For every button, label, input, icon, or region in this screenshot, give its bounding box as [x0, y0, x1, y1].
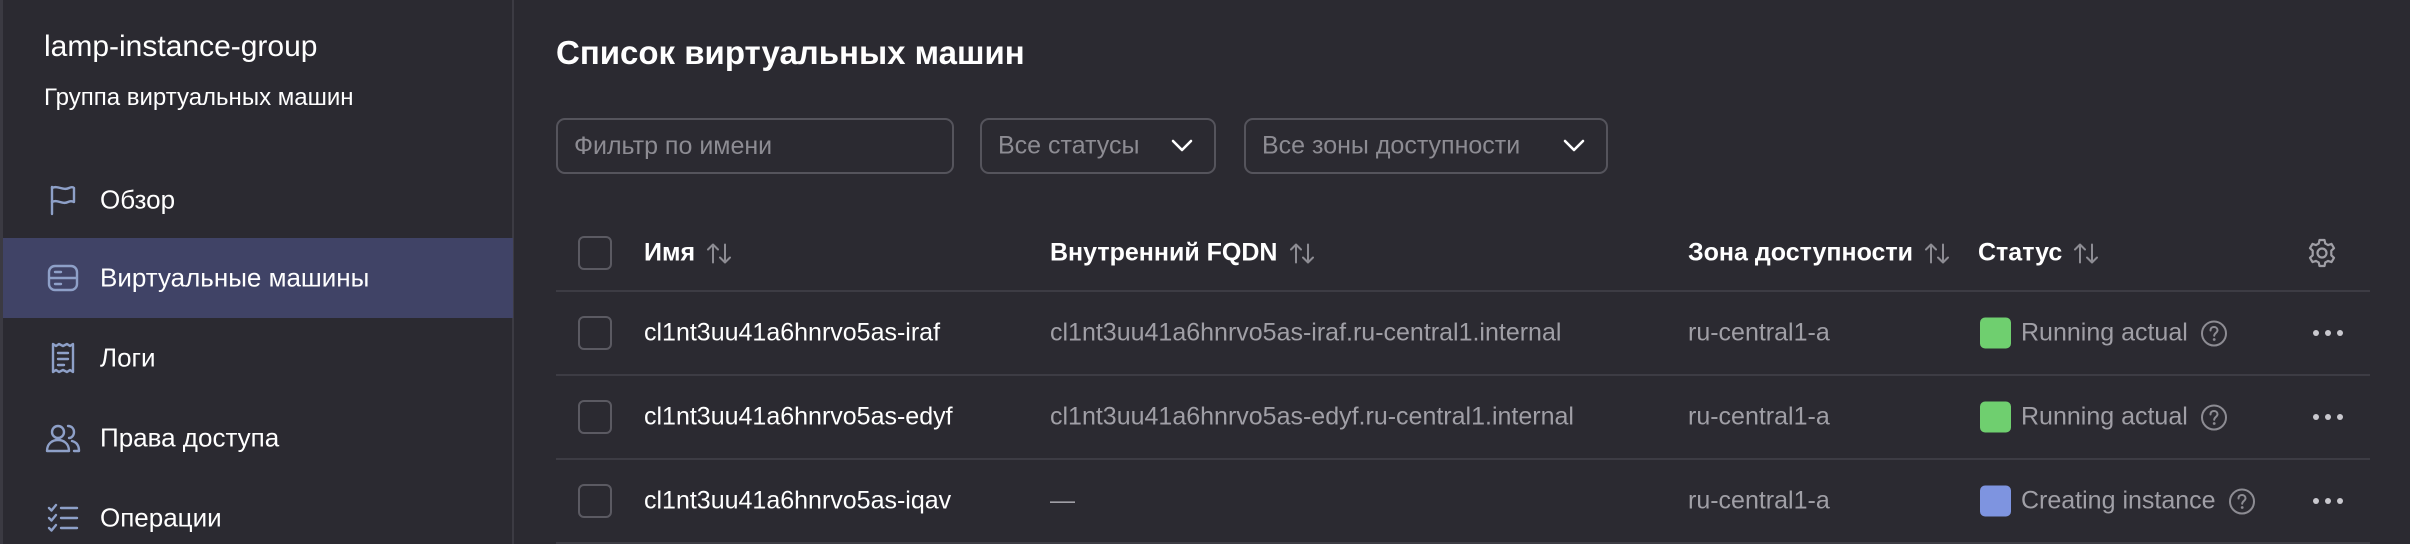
- vm-zone: ru-central1-a: [1688, 486, 1830, 515]
- app-window: lamp-instance-group Группа виртуальных м…: [0, 0, 2410, 544]
- vm-zone: ru-central1-a: [1688, 318, 1830, 347]
- sidebar-item-label: Права доступа: [100, 422, 280, 453]
- row-checkbox[interactable]: [578, 484, 612, 518]
- sort-icon: [1925, 243, 1950, 263]
- help-icon[interactable]: [2228, 487, 2256, 515]
- sort-icon: [2074, 243, 2099, 263]
- flag-icon: [45, 182, 81, 218]
- row-checkbox[interactable]: [578, 316, 612, 350]
- sidebar-item-access-rights[interactable]: Права доступа: [3, 398, 513, 478]
- sidebar-title: lamp-instance-group: [44, 30, 318, 63]
- column-label: Статус: [1978, 238, 2063, 267]
- status-text: Running actual: [2021, 318, 2188, 347]
- sort-icon: [1289, 243, 1314, 263]
- column-label: Зона доступности: [1688, 238, 1914, 267]
- status-indicator: [1980, 485, 2011, 517]
- vm-table: Имя Внутренний FQDN Зона доступности Ста…: [556, 216, 2370, 544]
- sidebar-item-operations[interactable]: Операции: [3, 478, 513, 544]
- help-icon[interactable]: [2200, 403, 2228, 431]
- table-row[interactable]: cl1nt3uu41a6hnrvo5as-edyf cl1nt3uu41a6hn…: [556, 376, 2370, 460]
- vm-zone: ru-central1-a: [1688, 402, 1830, 431]
- table-row[interactable]: cl1nt3uu41a6hnrvo5as-iqav — ru-central1-…: [556, 460, 2370, 544]
- row-checkbox[interactable]: [578, 400, 612, 434]
- vm-fqdn: —: [1050, 486, 1075, 515]
- table-row[interactable]: cl1nt3uu41a6hnrvo5as-iraf cl1nt3uu41a6hn…: [556, 292, 2370, 376]
- help-icon[interactable]: [2200, 319, 2228, 347]
- sidebar-item-logs[interactable]: Логи: [3, 318, 513, 398]
- vm-fqdn: cl1nt3uu41a6hnrvo5as-iraf.ru-central1.in…: [1050, 318, 1562, 347]
- chevron-down-icon: [1171, 139, 1193, 152]
- sidebar-item-label: Операции: [100, 502, 222, 533]
- sidebar-item-label: Обзор: [100, 184, 176, 215]
- column-header-fqdn[interactable]: Внутренний FQDN: [1050, 239, 1316, 268]
- status-badge: Running actual: [1980, 401, 2228, 433]
- zone-select-value: Все зоны доступности: [1262, 131, 1521, 160]
- column-header-status[interactable]: Статус: [1978, 239, 2100, 268]
- vm-fqdn: cl1nt3uu41a6hnrvo5as-edyf.ru-central1.in…: [1050, 402, 1574, 431]
- log-icon: [45, 340, 81, 376]
- status-indicator: [1980, 401, 2011, 433]
- select-all-checkbox[interactable]: [578, 236, 612, 270]
- zone-select[interactable]: Все зоны доступности: [1244, 118, 1608, 174]
- vm-name[interactable]: cl1nt3uu41a6hnrvo5as-iqav: [644, 487, 951, 516]
- column-label: Внутренний FQDN: [1050, 238, 1278, 267]
- more-actions-icon[interactable]: [2310, 327, 2346, 339]
- main-content: Список виртуальных машин Все статусы Все…: [516, 0, 2410, 544]
- status-select[interactable]: Все статусы: [980, 118, 1216, 174]
- sidebar-item-label: Логи: [100, 342, 156, 373]
- status-badge: Creating instance: [1980, 485, 2256, 517]
- status-indicator: [1980, 317, 2011, 349]
- name-filter-input[interactable]: [556, 118, 954, 174]
- status-text: Running actual: [2021, 402, 2188, 431]
- vm-name[interactable]: cl1nt3uu41a6hnrvo5as-iraf: [644, 319, 940, 348]
- more-actions-icon[interactable]: [2310, 411, 2346, 423]
- status-badge: Running actual: [1980, 317, 2228, 349]
- chevron-down-icon: [1563, 139, 1585, 152]
- page-title: Список виртуальных машин: [556, 34, 1025, 71]
- sidebar-subtitle: Группа виртуальных машин: [44, 84, 354, 111]
- server-icon: [45, 260, 81, 296]
- table-header: Имя Внутренний FQDN Зона доступности Ста…: [556, 216, 2370, 292]
- sidebar-item-overview[interactable]: Обзор: [3, 160, 513, 240]
- sidebar: lamp-instance-group Группа виртуальных м…: [0, 0, 514, 544]
- sidebar-item-label: Виртуальные машины: [100, 262, 370, 293]
- column-header-name[interactable]: Имя: [644, 239, 733, 268]
- more-actions-icon[interactable]: [2310, 495, 2346, 507]
- users-icon: [45, 420, 81, 456]
- status-text: Creating instance: [2021, 486, 2216, 515]
- column-header-zone[interactable]: Зона доступности: [1688, 239, 1951, 268]
- list-check-icon: [45, 500, 81, 536]
- gear-icon[interactable]: [2306, 237, 2338, 269]
- column-label: Имя: [644, 238, 696, 267]
- vm-name[interactable]: cl1nt3uu41a6hnrvo5as-edyf: [644, 403, 953, 432]
- status-select-value: Все статусы: [998, 131, 1140, 160]
- sort-icon: [707, 243, 732, 263]
- sidebar-item-virtual-machines[interactable]: Виртуальные машины: [3, 238, 513, 318]
